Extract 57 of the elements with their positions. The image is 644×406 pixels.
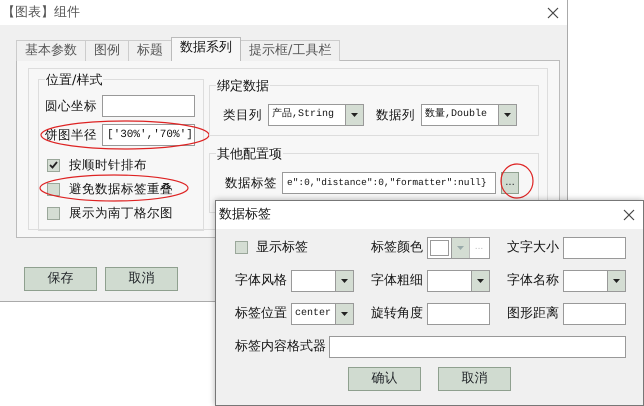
dialog-button[interactable]: 取消 <box>438 367 511 391</box>
dropdown[interactable] <box>563 270 626 292</box>
field-label: 字体风格 <box>235 272 288 290</box>
close-icon[interactable] <box>547 6 559 18</box>
dropdown[interactable]: 产品,String <box>268 104 364 126</box>
tab[interactable]: 基本参数 <box>16 40 86 61</box>
dropdown[interactable] <box>291 270 354 292</box>
tab[interactable]: 标题 <box>128 40 172 61</box>
field-label: 标签内容格式器 <box>235 338 327 356</box>
checkbox[interactable] <box>47 206 60 220</box>
dropdown-arrow-icon <box>351 113 358 117</box>
field-label: 类目列 <box>223 106 262 124</box>
dialog-button[interactable]: 保存 <box>24 267 97 291</box>
input-field[interactable] <box>102 95 195 117</box>
dialog-button[interactable]: 取消 <box>105 267 178 291</box>
dropdown[interactable]: center <box>291 302 354 324</box>
close-icon[interactable] <box>623 209 635 221</box>
dialog-button[interactable]: 确认 <box>348 367 421 391</box>
checkbox-label: 避免数据标签重叠 <box>69 180 173 198</box>
input-field[interactable] <box>563 302 626 324</box>
checkbox[interactable] <box>47 182 60 196</box>
field-label: 数据列 <box>376 106 415 124</box>
dropdown-arrow-icon <box>477 278 484 282</box>
dropdown-arrow-icon <box>613 278 620 282</box>
field-label: 字体名称 <box>507 272 560 290</box>
browse-button[interactable]: ... <box>501 172 519 194</box>
checkbox[interactable] <box>235 241 248 254</box>
checkbox-label: 展示为南丁格尔图 <box>69 204 173 222</box>
input-field[interactable] <box>427 302 490 324</box>
field-label: 字体粗细 <box>371 272 424 290</box>
browse-button: ... <box>469 238 488 258</box>
field-label: 旋转角度 <box>371 304 424 323</box>
checkbox[interactable] <box>47 158 60 172</box>
dropdown-arrow-icon <box>341 278 348 282</box>
field-label: 数据标签 <box>225 174 277 192</box>
field-label: 文字大小 <box>507 238 560 257</box>
tab[interactable]: 数据系列 <box>171 37 241 61</box>
dialog-title: 数据标签 <box>219 206 271 224</box>
dropdown[interactable] <box>427 270 490 292</box>
input-field[interactable] <box>563 236 626 258</box>
field-label: 饼图半径 <box>45 126 97 144</box>
dropdown-arrow-icon <box>457 246 464 250</box>
field-label: 圆心坐标 <box>45 96 97 115</box>
input-field[interactable] <box>329 336 626 358</box>
dropdown-arrow-icon <box>341 312 348 316</box>
field-label: 图形距离 <box>507 304 560 323</box>
field-label: 标签位置 <box>235 304 288 323</box>
window-title: 【图表】组件 <box>2 4 80 22</box>
tab[interactable]: 图例 <box>85 40 129 61</box>
dropdown[interactable]: 数量,Double <box>421 104 517 126</box>
input-field[interactable]: e":0,"distance":0,"formatter":null} <box>282 172 496 194</box>
field-label: 标签颜色 <box>371 238 424 257</box>
checkbox-label: 显示标签 <box>256 238 308 257</box>
checkbox-label: 按顺时针排布 <box>69 156 147 174</box>
tab[interactable]: 提示框/工具栏 <box>240 40 340 61</box>
dropdown-arrow-icon <box>504 113 511 117</box>
input-field[interactable]: ['30%','70%'] <box>102 124 195 146</box>
